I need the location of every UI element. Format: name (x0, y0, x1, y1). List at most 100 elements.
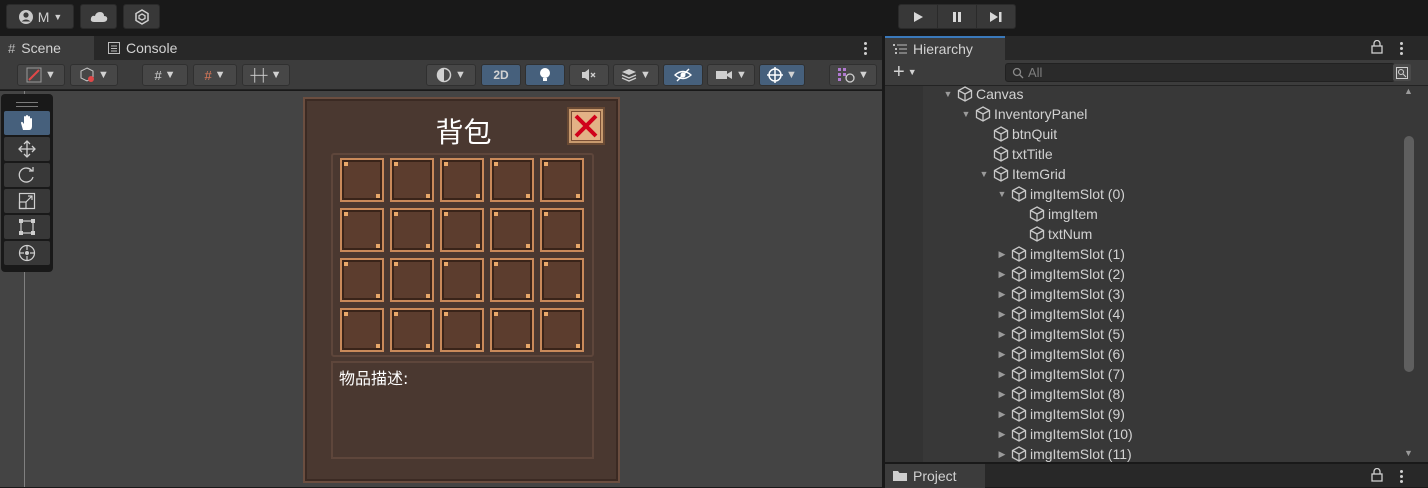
visibility-toggle[interactable] (663, 64, 703, 86)
item-slot[interactable] (440, 308, 484, 352)
kebab-menu-icon[interactable] (1397, 40, 1405, 56)
hierarchy-item[interactable]: ▼ InventoryPanel (960, 104, 1088, 124)
scroll-up-icon[interactable]: ▲ (1404, 86, 1413, 96)
hierarchy-scrollbar[interactable]: ▲ ▼ (1401, 86, 1417, 462)
hierarchy-item[interactable]: txtTitle (978, 144, 1053, 164)
collapse-arrow-icon[interactable]: ▶ (996, 308, 1008, 320)
hierarchy-item[interactable]: ▼ imgItemSlot (0) (996, 184, 1125, 204)
increment-snap-dropdown[interactable]: ┼┼ ▼ (242, 64, 290, 86)
tab-scene[interactable]: # Scene (0, 36, 94, 60)
tab-console[interactable]: Console (100, 36, 196, 60)
collapse-arrow-icon[interactable]: ▶ (996, 408, 1008, 420)
shading-mode-dropdown[interactable]: ▼ (426, 64, 476, 86)
effects-dropdown[interactable]: ▼ (613, 64, 659, 86)
scrollbar-thumb[interactable] (1404, 136, 1414, 372)
item-slot[interactable] (340, 158, 384, 202)
quit-button[interactable] (567, 107, 605, 145)
item-slot[interactable] (540, 308, 584, 352)
toggle-2d-button[interactable]: 2D (481, 64, 521, 86)
gizmo-dropdown[interactable]: ▼ (759, 64, 805, 86)
item-slot[interactable] (340, 308, 384, 352)
item-slot[interactable] (340, 258, 384, 302)
collapse-arrow-icon[interactable]: ▶ (996, 368, 1008, 380)
tab-project[interactable]: Project (885, 464, 985, 488)
hierarchy-item[interactable]: ▶ imgItemSlot (9) (996, 404, 1125, 424)
play-button[interactable] (899, 5, 938, 28)
inventory-panel[interactable]: 背包 物品描述: (303, 97, 620, 483)
pause-button[interactable] (938, 5, 977, 28)
item-slot[interactable] (390, 208, 434, 252)
expand-arrow-icon[interactable]: ▼ (978, 168, 990, 180)
move-tool-button[interactable] (4, 137, 50, 161)
hierarchy-item[interactable]: ▼ Canvas (942, 86, 1024, 104)
collapse-arrow-icon[interactable]: ▶ (996, 348, 1008, 360)
collapse-arrow-icon[interactable]: ▶ (996, 448, 1008, 460)
step-button[interactable] (977, 5, 1015, 28)
camera-dropdown[interactable]: ▼ (707, 64, 755, 86)
hierarchy-item[interactable]: ▶ imgItemSlot (6) (996, 344, 1125, 364)
hand-tool-button[interactable] (4, 111, 50, 135)
cloud-button[interactable] (80, 4, 117, 29)
overlay-dropdown[interactable]: ▼ (829, 64, 877, 86)
item-slot[interactable] (490, 208, 534, 252)
kebab-menu-icon[interactable] (1397, 468, 1405, 484)
tab-hierarchy[interactable]: Hierarchy (885, 36, 1005, 60)
hierarchy-search-input[interactable]: All (1005, 63, 1395, 82)
account-dropdown[interactable]: M ▼ (6, 4, 74, 29)
render-mode-dropdown[interactable]: ▼ (70, 64, 118, 86)
hierarchy-item[interactable]: ▶ imgItemSlot (7) (996, 364, 1125, 384)
hierarchy-item[interactable]: ▶ imgItemSlot (4) (996, 304, 1125, 324)
overlay-grip-handle[interactable] (4, 97, 50, 111)
item-slot[interactable] (540, 158, 584, 202)
collab-button[interactable] (123, 4, 160, 29)
hierarchy-tree[interactable]: ▼ Canvas ▼ InventoryPanel btnQuit txtTitle ▼ It… (885, 86, 1428, 462)
rotate-tool-button[interactable] (4, 163, 50, 187)
hierarchy-item[interactable]: ▶ imgItemSlot (8) (996, 384, 1125, 404)
snap-increment-dropdown[interactable]: # ▼ (193, 64, 237, 86)
hierarchy-item[interactable]: ▶ imgItemSlot (1) (996, 244, 1125, 264)
item-slot[interactable] (440, 208, 484, 252)
hierarchy-item[interactable]: txtNum (1014, 224, 1092, 244)
hierarchy-item[interactable]: ▶ imgItemSlot (2) (996, 264, 1125, 284)
hierarchy-item[interactable]: ▶ imgItemSlot (11) (996, 444, 1132, 462)
item-slot[interactable] (390, 308, 434, 352)
lock-icon[interactable] (1371, 39, 1383, 57)
hierarchy-item[interactable]: ▼ ItemGrid (978, 164, 1066, 184)
lighting-toggle[interactable] (525, 64, 565, 86)
kebab-menu-icon[interactable] (858, 40, 872, 56)
item-slot[interactable] (390, 258, 434, 302)
item-slot[interactable] (490, 158, 534, 202)
create-dropdown[interactable]: + ▼ (893, 62, 917, 82)
lock-icon[interactable] (1371, 467, 1383, 485)
search-scene-button[interactable] (1393, 64, 1411, 81)
collapse-arrow-icon[interactable]: ▶ (996, 328, 1008, 340)
item-slot[interactable] (540, 258, 584, 302)
collapse-arrow-icon[interactable]: ▶ (996, 268, 1008, 280)
expand-arrow-icon[interactable]: ▼ (942, 88, 954, 100)
item-slot[interactable] (340, 208, 384, 252)
item-slot[interactable] (490, 258, 534, 302)
collapse-arrow-icon[interactable]: ▶ (996, 428, 1008, 440)
grid-snap-dropdown[interactable]: # ▼ (142, 64, 188, 86)
hierarchy-item[interactable]: ▶ imgItemSlot (10) (996, 424, 1133, 444)
hierarchy-item[interactable]: btnQuit (978, 124, 1057, 144)
expand-arrow-icon[interactable]: ▼ (996, 188, 1008, 200)
item-slot[interactable] (490, 308, 534, 352)
hierarchy-item[interactable]: ▶ imgItemSlot (5) (996, 324, 1125, 344)
collapse-arrow-icon[interactable]: ▶ (996, 388, 1008, 400)
scene-viewport[interactable]: 背包 物品描述: (0, 91, 882, 487)
expand-arrow-icon[interactable]: ▼ (960, 108, 972, 120)
rect-tool-button[interactable] (4, 215, 50, 239)
collapse-arrow-icon[interactable]: ▶ (996, 248, 1008, 260)
item-slot[interactable] (540, 208, 584, 252)
scale-tool-button[interactable] (4, 189, 50, 213)
hierarchy-item[interactable]: ▶ imgItemSlot (3) (996, 284, 1125, 304)
audio-toggle[interactable] (569, 64, 609, 86)
transform-tool-button[interactable] (4, 241, 50, 265)
item-slot[interactable] (440, 158, 484, 202)
hierarchy-item[interactable]: imgItem (1014, 204, 1098, 224)
item-slot[interactable] (440, 258, 484, 302)
item-slot[interactable] (390, 158, 434, 202)
collapse-arrow-icon[interactable]: ▶ (996, 288, 1008, 300)
draw-mode-dropdown[interactable]: ▼ (17, 64, 65, 86)
